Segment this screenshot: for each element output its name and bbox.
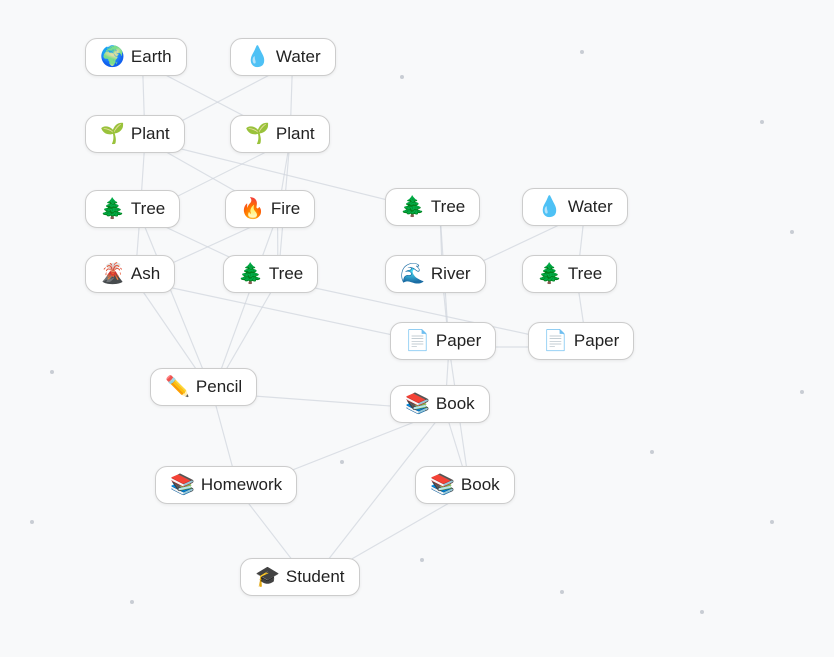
decorative-dot [400, 75, 404, 79]
node-book2[interactable]: 📚 Book [415, 466, 515, 504]
node-plant2[interactable]: 🌱 Plant [230, 115, 330, 153]
node-plant1[interactable]: 🌱 Plant [85, 115, 185, 153]
fire-emoji: 🔥 [240, 199, 265, 219]
tree4-emoji: 🌲 [537, 264, 562, 284]
plant2-emoji: 🌱 [245, 124, 270, 144]
node-tree1[interactable]: 🌲 Tree [85, 190, 180, 228]
node-paper1[interactable]: 📄 Paper [390, 322, 496, 360]
book1-emoji: 📚 [405, 394, 430, 414]
node-student[interactable]: 🎓 Student [240, 558, 360, 596]
node-tree3[interactable]: 🌲 Tree [223, 255, 318, 293]
decorative-dot [560, 590, 564, 594]
node-homework[interactable]: 📚 Homework [155, 466, 297, 504]
river-label: River [431, 264, 471, 284]
decorative-dot [420, 558, 424, 562]
ash-emoji: 🌋 [100, 264, 125, 284]
plant1-label: Plant [131, 124, 170, 144]
plant1-emoji: 🌱 [100, 124, 125, 144]
decorative-dot [340, 460, 344, 464]
book2-label: Book [461, 475, 500, 495]
node-paper2[interactable]: 📄 Paper [528, 322, 634, 360]
paper1-label: Paper [436, 331, 481, 351]
node-water1[interactable]: 💧 Water [230, 38, 336, 76]
decorative-dot [770, 520, 774, 524]
node-pencil[interactable]: ✏️ Pencil [150, 368, 257, 406]
decorative-dot [800, 390, 804, 394]
fire-label: Fire [271, 199, 300, 219]
decorative-dot [760, 120, 764, 124]
tree2-emoji: 🌲 [400, 197, 425, 217]
paper2-emoji: 📄 [543, 331, 568, 351]
tree1-emoji: 🌲 [100, 199, 125, 219]
decorative-dot [700, 610, 704, 614]
decorative-dot [580, 50, 584, 54]
decorative-dot [30, 520, 34, 524]
decorative-dot [130, 600, 134, 604]
node-book1[interactable]: 📚 Book [390, 385, 490, 423]
earth-label: Earth [131, 47, 172, 67]
homework-emoji: 📚 [170, 475, 195, 495]
homework-label: Homework [201, 475, 282, 495]
node-fire[interactable]: 🔥 Fire [225, 190, 315, 228]
decorative-dot [650, 450, 654, 454]
student-label: Student [286, 567, 345, 587]
earth-emoji: 🌍 [100, 47, 125, 67]
pencil-label: Pencil [196, 377, 242, 397]
paper1-emoji: 📄 [405, 331, 430, 351]
decorative-dot [790, 230, 794, 234]
water1-label: Water [276, 47, 321, 67]
book2-emoji: 📚 [430, 475, 455, 495]
node-earth[interactable]: 🌍 Earth [85, 38, 187, 76]
paper2-label: Paper [574, 331, 619, 351]
tree3-emoji: 🌲 [238, 264, 263, 284]
book1-label: Book [436, 394, 475, 414]
water1-emoji: 💧 [245, 47, 270, 67]
tree3-label: Tree [269, 264, 303, 284]
water2-label: Water [568, 197, 613, 217]
tree4-label: Tree [568, 264, 602, 284]
decorative-dot [50, 370, 54, 374]
node-tree4[interactable]: 🌲 Tree [522, 255, 617, 293]
ash-label: Ash [131, 264, 160, 284]
water2-emoji: 💧 [537, 197, 562, 217]
node-ash[interactable]: 🌋 Ash [85, 255, 175, 293]
tree1-label: Tree [131, 199, 165, 219]
node-river[interactable]: 🌊 River [385, 255, 486, 293]
pencil-emoji: ✏️ [165, 377, 190, 397]
node-tree2[interactable]: 🌲 Tree [385, 188, 480, 226]
river-emoji: 🌊 [400, 264, 425, 284]
plant2-label: Plant [276, 124, 315, 144]
node-water2[interactable]: 💧 Water [522, 188, 628, 226]
student-emoji: 🎓 [255, 567, 280, 587]
tree2-label: Tree [431, 197, 465, 217]
